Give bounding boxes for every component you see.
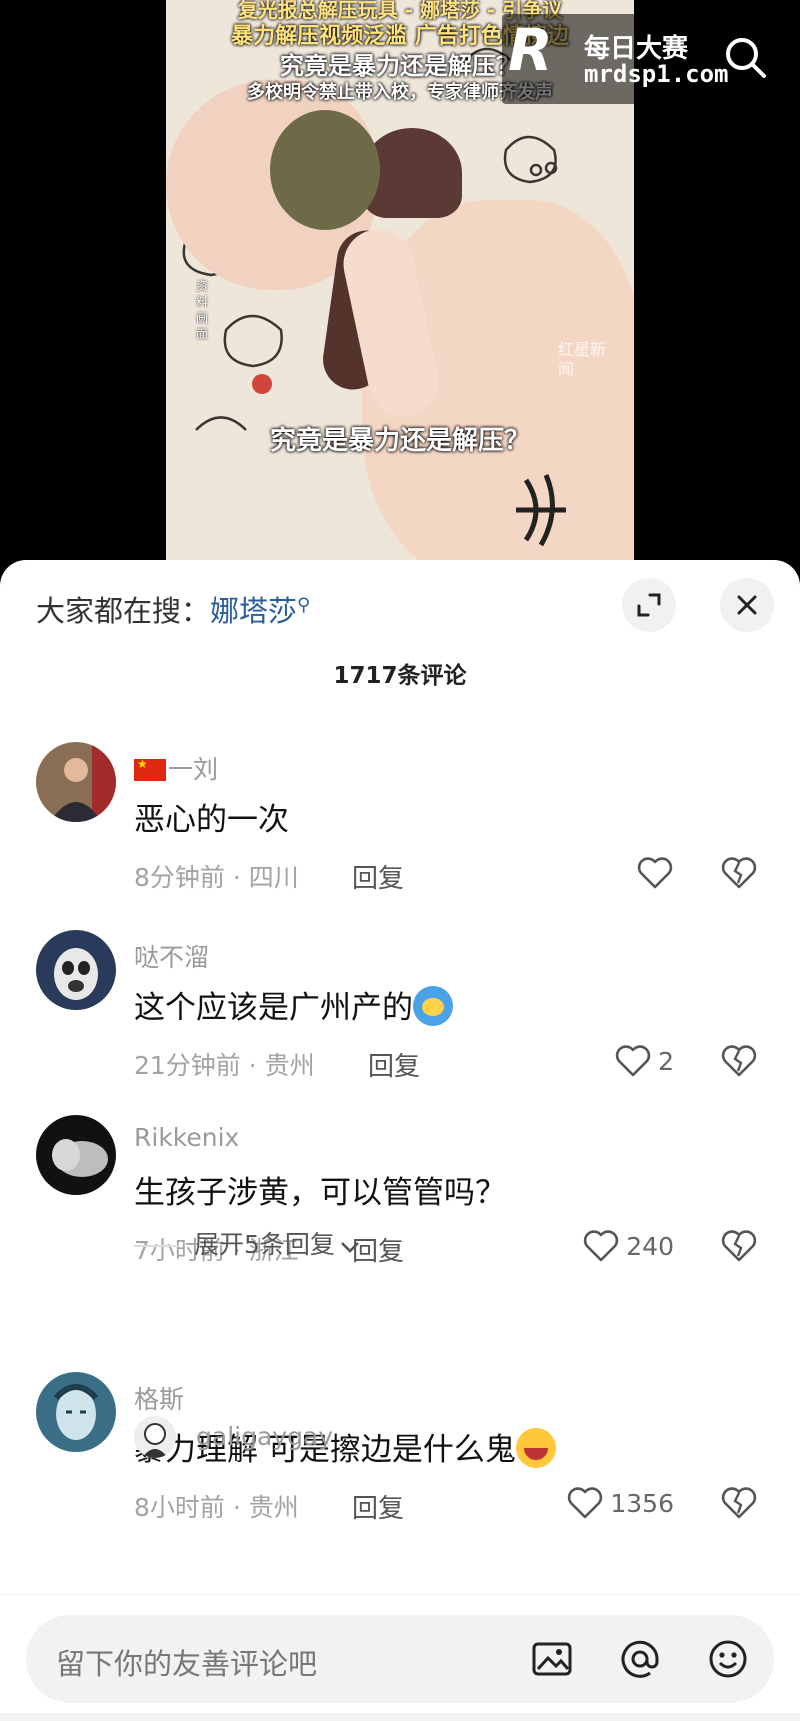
trending-search-icon: ⚲ [297, 594, 311, 616]
comment-text: 恶心的一次 [134, 802, 289, 838]
comment-username[interactable]: 格斯 [134, 1380, 184, 1416]
video-subtitle: 究竟是暴力还是解压？ [269, 426, 530, 456]
at-icon[interactable] [618, 1637, 662, 1681]
reply-button[interactable]: 回复 [368, 1046, 420, 1083]
archive-footage-label: 资料画面 [196, 279, 209, 341]
heart-icon [584, 1230, 619, 1262]
like-count: 240 [626, 1231, 674, 1261]
like-button[interactable]: 2 [614, 1040, 674, 1082]
expand-icon [637, 593, 661, 617]
trending-search[interactable]: 大家都在搜：娜塔莎⚲ [36, 588, 310, 630]
comment-username[interactable]: 一刘 [134, 750, 218, 786]
like-button[interactable]: 240 [582, 1225, 674, 1267]
trending-term-link[interactable]: 娜塔莎 [210, 594, 297, 628]
heart-icon [637, 857, 673, 889]
comment-count: 1717条评论 [333, 663, 467, 689]
reply-button[interactable]: 回复 [352, 858, 404, 895]
laughing-emoji-icon [515, 1428, 556, 1468]
trending-label: 大家都在搜： [36, 594, 211, 628]
like-button[interactable] [636, 852, 674, 894]
brand-logo: R [508, 16, 553, 84]
avatar[interactable] [36, 742, 116, 822]
emoji-icon[interactable] [706, 1637, 750, 1681]
heart-icon [568, 1487, 603, 1519]
close-button[interactable] [720, 578, 774, 632]
comment-time-location: 8分钟前 · 四川 [134, 863, 299, 892]
close-icon [737, 595, 757, 615]
like-count: 2 [658, 1046, 674, 1076]
comment-time-location: 8小时前 · 贵州 [134, 1493, 299, 1522]
comment-input-placeholder: 留下你的友善评论吧 [56, 1647, 318, 1681]
expand-button[interactable] [622, 578, 676, 632]
reply-button[interactable]: 回复 [352, 1488, 404, 1525]
dislike-heart-icon[interactable] [720, 1227, 758, 1265]
dislike-heart-icon[interactable] [720, 1042, 758, 1080]
comment-input-bar: 留下你的友善评论吧 [0, 1594, 800, 1721]
emoji-icon [413, 986, 453, 1026]
comment-input[interactable]: 留下你的友善评论吧 [26, 1615, 774, 1703]
avatar[interactable] [36, 1115, 116, 1195]
china-flag-icon [134, 757, 166, 781]
comment-text: 生孩子涉黄，可以管管吗？ [134, 1175, 506, 1211]
like-button[interactable]: 1356 [566, 1482, 674, 1524]
avatar[interactable] [134, 1416, 176, 1458]
avatar[interactable] [36, 1372, 116, 1452]
image-icon[interactable] [530, 1637, 574, 1681]
source-watermark: 红星新闻 [558, 340, 607, 379]
comment-text: 这个应该是广州产的 [134, 982, 453, 1027]
tattoo [516, 474, 566, 547]
video-player[interactable]: 复光报总解压玩具 - 娜塔莎 - 引争议 暴力解压视频泛滥 广告打色情擦边 究竟… [0, 0, 800, 580]
chevron-down-icon [340, 1242, 359, 1253]
like-count: 1356 [610, 1488, 674, 1518]
comment-sheet: 大家都在搜：娜塔莎⚲ 1717条评论 [0, 560, 800, 1721]
dislike-heart-icon[interactable] [720, 854, 758, 892]
expand-divider [134, 1245, 178, 1247]
comment-username[interactable]: Rikkenix [134, 1123, 239, 1152]
comment-time-location: 21分钟前 · 贵州 [134, 1051, 315, 1080]
comment-username[interactable]: 哒不溜 [134, 938, 209, 974]
home-indicator [0, 1713, 800, 1721]
dislike-heart-icon[interactable] [720, 1484, 758, 1522]
search-icon[interactable] [722, 34, 768, 80]
heart-icon [615, 1045, 651, 1077]
avatar[interactable] [36, 930, 116, 1010]
expand-replies-button[interactable]: 展开5条回复 [134, 1225, 361, 1261]
squeeze-toy [270, 110, 380, 230]
reply-username: galigaygay [196, 1422, 334, 1451]
brand-url: mrdsp1.com [584, 60, 729, 88]
